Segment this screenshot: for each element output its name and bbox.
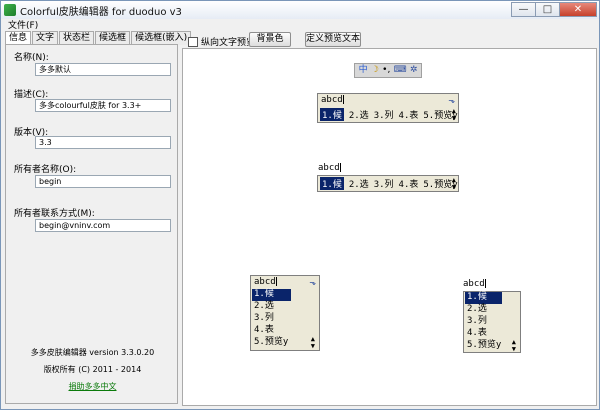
contact-label: 所有者联系方式(M): [14,209,95,219]
menu-file[interactable]: 文件(F) [8,18,38,31]
app-icon [4,4,16,16]
window-controls: — □ ✕ [511,2,597,17]
composition-inline-vertical: abcd [463,279,486,289]
candidate-item-1[interactable]: 1.候 [320,177,344,190]
candidate-item-3[interactable]: 3.列 [374,108,394,121]
text-cursor [339,163,341,172]
candidate-row: 1.候 2.选 3.列 4.表 5.预览y ▲ ▼ [318,176,458,191]
candidate-item-4[interactable]: 4.表 [399,177,419,190]
tab-strip: 信息 文字 状态栏 候选框 候选框(嵌入) [5,31,192,46]
candidate-item-2[interactable]: 2.选 [349,177,369,190]
minimize-button[interactable]: — [511,2,535,17]
copyright-text: 版权所有 (C) 2011 - 2014 [43,365,142,374]
arrow-down-icon[interactable]: ▼ [452,183,456,191]
text-cursor [342,95,344,104]
composition-text: abcd ⬎ [318,94,458,107]
ime-icon: 中 [358,65,368,75]
close-button[interactable]: ✕ [559,2,597,17]
vertical-candidate-window-embedded: 1.候 2.选 3.列 4.表 5.预览y ▲ ▼ [463,291,521,353]
background-color-button[interactable]: 背景色 [249,32,291,47]
composition-value: abcd [463,279,485,289]
candidate-item-1[interactable]: 1.候 [320,108,344,121]
page-arrows[interactable]: ▲ ▼ [512,339,516,353]
status-bar-preview: 中 ☽ •, ⌨ ✲ [354,63,422,78]
vertical-preview-checkbox[interactable] [188,36,198,47]
title-bar: Colorful皮肤编辑器 for duoduo v3 — □ ✕ [1,1,599,19]
owner-field[interactable]: begin [35,175,171,188]
arrow-down-icon[interactable]: ▼ [452,114,456,122]
desc-field[interactable]: 多多colourful皮肤 for 3.3+ [35,99,171,112]
moon-icon: ☽ [370,65,379,75]
composition-text: abcd ⬎ [251,276,319,289]
version-field[interactable]: 3.3 [35,136,171,149]
composition-value: abcd [318,163,340,173]
candidate-row: 1.候 2.选 3.列 4.表 5.预览y ▲ ▼ [318,107,458,122]
arrow-down-icon[interactable]: ▼ [512,345,516,353]
candidate-item-2[interactable]: 2.选 [251,301,319,313]
vertical-preview-option[interactable]: 纵向文字预览 [188,35,255,48]
sponsor-link[interactable]: 捐助多多中文 [6,381,179,392]
horizontal-candidate-window-embedded: 1.候 2.选 3.列 4.表 5.预览y ▲ ▼ [317,175,459,192]
horizontal-candidate-window: abcd ⬎ 1.候 2.选 3.列 4.表 5.预览y ▲ ▼ [317,93,459,123]
menu-bar: 文件(F) [1,18,599,31]
window-title: Colorful皮肤编辑器 for duoduo v3 [20,6,182,18]
punct-icon: •, [382,65,391,75]
candidate-item-5[interactable]: 5.预览y ▲ ▼ [464,339,520,353]
arrow-down-icon[interactable]: ▼ [311,342,315,350]
settings-icon: ✲ [409,65,418,75]
page-arrows[interactable]: ▲ ▼ [311,336,315,350]
main-window: Colorful皮肤编辑器 for duoduo v3 — □ ✕ 文件(F) … [0,0,600,410]
vertical-preview-label: 纵向文字预览 [201,38,256,48]
owner-label: 所有者名称(O): [14,165,77,175]
candidate-item-2[interactable]: 2.选 [464,304,520,316]
candidate-item-5-label: 5.预览y [254,337,289,347]
pin-icon: ⬎ [448,96,455,105]
tab-candidate-embedded[interactable]: 候选框(嵌入) [131,31,192,45]
tab-text[interactable]: 文字 [32,31,59,45]
name-label: 名称(N): [14,53,49,63]
define-preview-text-button[interactable]: 定义预览文本 [305,32,361,47]
candidate-item-4[interactable]: 4.表 [399,108,419,121]
candidate-item-1[interactable]: 1.候 [465,292,502,304]
composition-inline: abcd [318,163,341,173]
tab-statusbar[interactable]: 状态栏 [59,31,95,45]
text-cursor [484,279,486,288]
version-text: 多多皮肤编辑器 version 3.3.0.20 [30,348,155,357]
candidate-item-2[interactable]: 2.选 [349,108,369,121]
vertical-candidate-window: abcd ⬎ 1.候 2.选 3.列 4.表 5.预览y ▲ ▼ [250,275,320,351]
info-panel: 名称(N): 多多默认 描述(C): 多多colourful皮肤 for 3.3… [5,44,178,404]
name-field[interactable]: 多多默认 [35,63,171,76]
tab-candidate[interactable]: 候选框 [95,31,131,45]
text-cursor [275,277,277,286]
page-arrows[interactable]: ▲ ▼ [452,108,456,122]
candidate-item-4[interactable]: 4.表 [251,325,319,337]
composition-value: abcd [254,277,276,287]
candidate-item-1[interactable]: 1.候 [252,289,291,301]
contact-field[interactable]: begin@vninv.com [35,219,171,232]
candidate-item-5-label: 5.预览y [467,340,502,350]
candidate-item-5[interactable]: 5.预览y ▲ ▼ [251,336,319,350]
candidate-item-3[interactable]: 3.列 [374,177,394,190]
candidate-item-3[interactable]: 3.列 [464,316,520,328]
keyboard-icon: ⌨ [393,65,407,75]
composition-value: abcd [321,95,343,105]
pin-icon: ⬎ [309,278,316,287]
page-arrows[interactable]: ▲ ▼ [452,177,456,191]
candidate-item-3[interactable]: 3.列 [251,313,319,325]
maximize-button[interactable]: □ [535,2,559,17]
